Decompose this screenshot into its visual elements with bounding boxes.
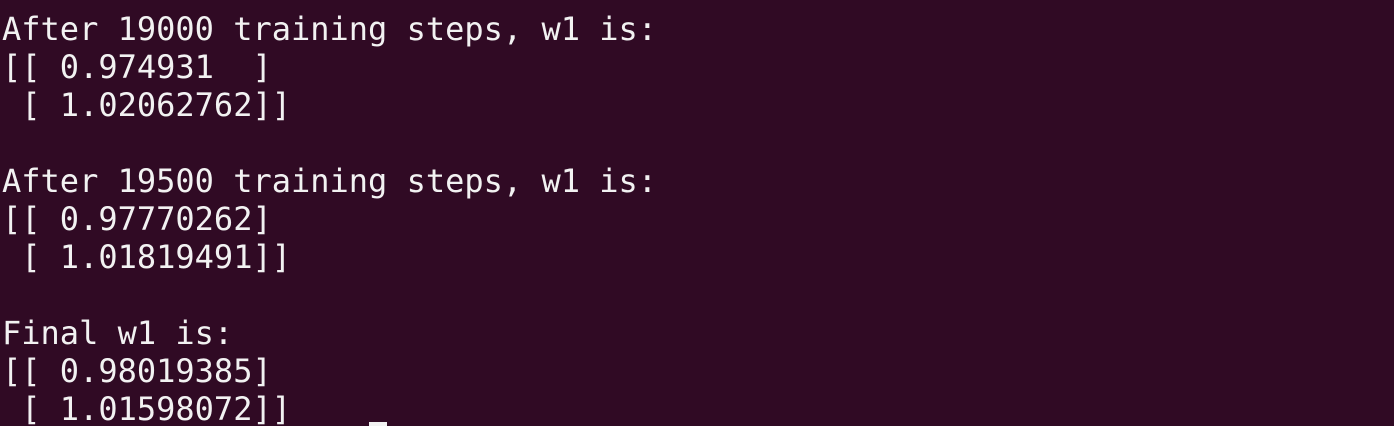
output-matrix-row-1: [[ 0.97770262] xyxy=(2,200,272,238)
output-header-step-19000: After 19000 training steps, w1 is: xyxy=(2,10,658,48)
output-header-step-19500: After 19500 training steps, w1 is: xyxy=(2,162,658,200)
output-header-final: Final w1 is: xyxy=(2,314,234,352)
output-matrix-row-2: [ 1.01598072]] xyxy=(2,390,291,426)
text-cursor xyxy=(369,422,387,426)
output-matrix-row-1: [[ 0.974931 ] xyxy=(2,48,272,86)
output-matrix-row-2: [ 1.01819491]] xyxy=(2,238,291,276)
terminal-window[interactable]: After 19000 training steps, w1 is: [[ 0.… xyxy=(0,0,1394,426)
output-matrix-row-1: [[ 0.98019385] xyxy=(2,352,272,390)
output-matrix-row-2: [ 1.02062762]] xyxy=(2,86,291,124)
terminal-output: After 19000 training steps, w1 is: [[ 0.… xyxy=(2,10,657,426)
